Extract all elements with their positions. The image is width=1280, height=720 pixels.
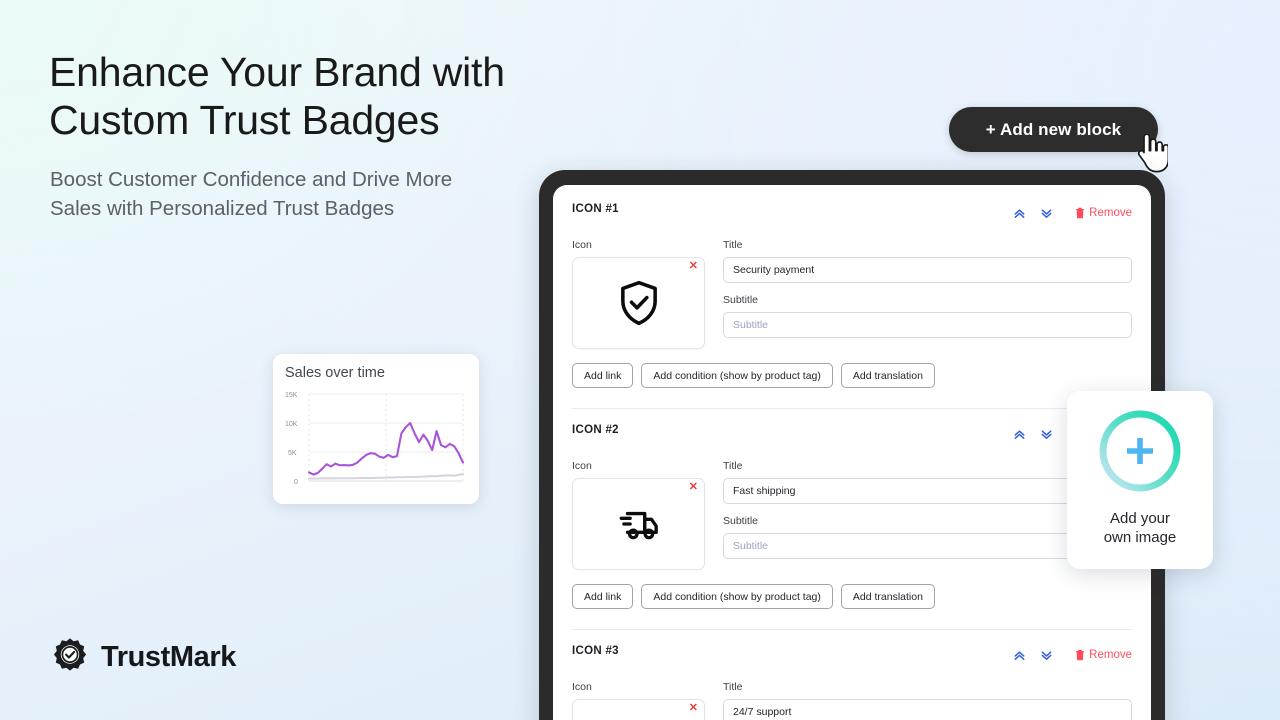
trash-icon [1075,649,1085,661]
chart-title: Sales over time [285,365,385,381]
add-translation-button[interactable]: Add translation [840,363,935,388]
add-link-button[interactable]: Add link [572,363,634,388]
ytick-0: 0 [294,479,298,486]
icon-field-label: Icon [572,460,592,472]
block-2-heading: ICON #2 [572,424,619,436]
block-3-heading: ICON #3 [572,645,619,657]
close-x-icon[interactable]: ✕ [689,703,698,714]
shield-check-icon [614,278,664,328]
sales-line-chart: 15K 10K 5K 0 [285,387,467,495]
block-divider [572,629,1132,630]
block-1-icon-box[interactable]: ✕ [572,257,705,349]
block-2-icon-column: Icon ✕ [572,460,705,570]
block-1-heading: ICON #1 [572,203,619,215]
icon-field-label: Icon [572,681,592,693]
block-2-icon-box[interactable]: ✕ [572,478,705,570]
trash-icon [1075,207,1085,219]
icon-block-3: ICON #3 Remove Icon ✕ Title 24/7 support [572,645,1132,720]
brand-logo: TrustMark [50,637,236,677]
ytick-15k: 15K [285,392,298,399]
ytick-10k: 10K [285,421,298,428]
chevron-double-down-icon[interactable] [1040,428,1053,441]
remove-label: Remove [1089,649,1132,661]
add-condition-button[interactable]: Add condition (show by product tag) [641,363,833,388]
delivery-truck-icon [614,499,664,549]
block-3-fields-column: Title Subtitle [723,681,1132,720]
close-x-icon[interactable]: ✕ [689,482,698,493]
block-3-icon-box[interactable]: ✕ [572,699,705,720]
block-divider [572,408,1132,409]
chevron-double-up-icon[interactable] [1013,428,1026,441]
chevron-double-up-icon[interactable] [1013,649,1026,662]
block-3-header: ICON #3 Remove [572,645,1132,665]
icon-block-1: ICON #1 Remove Icon ✕ Title Security pay… [572,203,1132,392]
page-subtitle: Boost Customer Confidence and Drive More… [50,168,453,221]
plus-icon [1127,438,1153,464]
remove-label: Remove [1089,207,1132,219]
add-translation-button[interactable]: Add translation [840,584,935,609]
chevron-double-down-icon[interactable] [1040,649,1053,662]
remove-block-1-button[interactable]: Remove [1075,207,1132,219]
gradient-ring [1096,407,1184,495]
block-1-header: ICON #1 Remove [572,203,1132,223]
add-image-label-line1: Add your [1109,510,1171,527]
sales-over-time-card: Sales over time 15K 10K 5K 0 [273,354,479,504]
brand-name: TrustMark [101,640,236,673]
block-1-title-input[interactable] [723,257,1132,283]
block-1-subtitle-input[interactable] [723,312,1132,338]
add-link-button[interactable]: Add link [572,584,634,609]
page-title: Enhance Your Brand with Custom Trust Bad… [49,49,505,144]
block-3-icon-column: Icon ✕ [572,681,705,720]
icon-block-2: ICON #2 Icon ✕ Title Fast shipping Subti… [572,424,1132,613]
add-new-block-button[interactable]: + Add new block [949,107,1158,152]
remove-block-3-button[interactable]: Remove [1075,649,1132,661]
add-your-own-image-card[interactable]: Add your own image [1067,391,1213,569]
subtitle-field-label: Subtitle [723,294,759,306]
icon-field-label: Icon [572,239,592,251]
title-field-label: Title [723,239,743,251]
add-condition-button[interactable]: Add condition (show by product tag) [641,584,833,609]
add-image-label: Add your own image [1104,509,1177,547]
chevron-double-up-icon[interactable] [1013,207,1026,220]
close-x-icon[interactable]: ✕ [689,261,698,272]
block-3-title-input[interactable] [723,699,1132,720]
trust-badge-check-icon [50,637,90,677]
app-screen: ICON #1 Remove Icon ✕ Title Security pay… [553,185,1151,720]
add-image-label-line2: own image [1103,529,1177,547]
block-1-fields-column: Title Subtitle [723,239,1132,349]
block-1-action-buttons: Add link Add condition (show by product … [572,363,1132,388]
chevron-double-down-icon[interactable] [1040,207,1053,220]
block-2-action-buttons: Add link Add condition (show by product … [572,584,1132,609]
ytick-5k: 5K [288,450,297,457]
block-2-header: ICON #2 [572,424,1132,444]
title-field-label: Title [723,681,743,693]
block-1-icon-column: Icon ✕ [572,239,705,349]
pointer-hand-cursor [1136,133,1170,174]
